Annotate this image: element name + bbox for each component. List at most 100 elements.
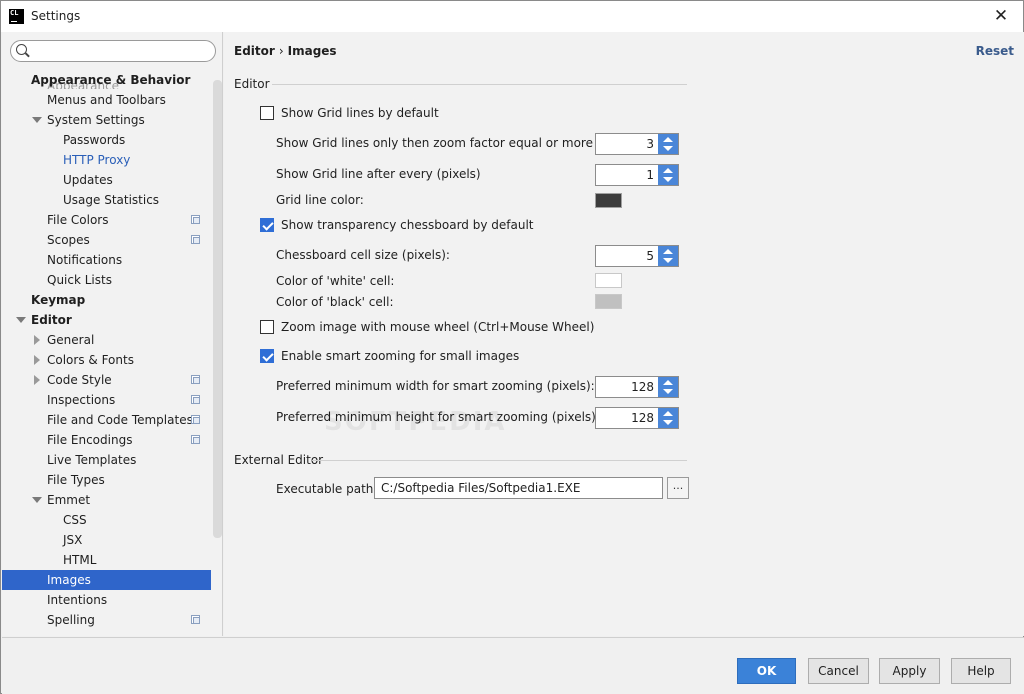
expand-arrow-icon[interactable] xyxy=(32,117,42,123)
grid-zoom-stepper[interactable] xyxy=(658,134,678,154)
black-cell-swatch[interactable] xyxy=(595,294,622,309)
sidebar-item-label: Images xyxy=(47,573,91,587)
smart-zoom-checkbox[interactable]: Enable smart zooming for small images xyxy=(260,347,519,365)
external-editor-section-title: External Editor xyxy=(234,453,324,467)
browse-button[interactable]: ... xyxy=(667,477,689,499)
executable-path-input[interactable]: C:/Softpedia Files/Softpedia1.EXE xyxy=(374,477,663,499)
project-scope-icon xyxy=(191,395,200,404)
grid-color-label: Grid line color: xyxy=(276,193,364,207)
search-input[interactable] xyxy=(10,40,216,62)
close-icon[interactable]: ✕ xyxy=(989,4,1013,28)
min-height-stepper[interactable] xyxy=(658,408,678,428)
sidebar-item-usage-statistics[interactable]: Usage Statistics xyxy=(2,190,211,210)
grid-every-label: Show Grid line after every (pixels) xyxy=(276,167,481,181)
title-bar: CL Settings ✕ xyxy=(1,1,1023,32)
watermark: SOFTPEDIA xyxy=(324,407,507,437)
sidebar-item-quick-lists[interactable]: Quick Lists xyxy=(2,270,211,290)
sidebar-item-html[interactable]: HTML xyxy=(2,550,211,570)
editor-section-divider xyxy=(272,84,687,85)
app-logo-icon: CL xyxy=(9,9,24,24)
zoom-wheel-label: Zoom image with mouse wheel (Ctrl+Mouse … xyxy=(281,320,595,334)
spinner-down-icon[interactable] xyxy=(663,146,673,151)
sidebar-item-label: Editor xyxy=(31,313,72,327)
smart-zoom-check-box[interactable] xyxy=(260,349,274,363)
show-chessboard-check-box[interactable] xyxy=(260,218,274,232)
chess-size-stepper[interactable] xyxy=(658,246,678,266)
grid-zoom-value[interactable]: 3 xyxy=(646,137,654,151)
min-height-spinner[interactable]: 128 xyxy=(595,407,679,429)
spinner-up-icon[interactable] xyxy=(663,137,673,142)
spinner-up-icon[interactable] xyxy=(663,411,673,416)
spinner-down-icon[interactable] xyxy=(663,177,673,182)
show-grid-checkbox[interactable]: Show Grid lines by default xyxy=(260,104,439,122)
show-grid-check-box[interactable] xyxy=(260,106,274,120)
spinner-down-icon[interactable] xyxy=(663,420,673,425)
sidebar-item-general[interactable]: General xyxy=(2,330,211,350)
spinner-down-icon[interactable] xyxy=(663,389,673,394)
sidebar-scrollbar[interactable] xyxy=(213,80,222,538)
sidebar-item-images[interactable]: Images xyxy=(2,570,211,590)
expand-arrow-icon[interactable] xyxy=(16,317,26,323)
expand-arrow-icon[interactable] xyxy=(32,497,42,503)
grid-every-stepper[interactable] xyxy=(658,165,678,185)
min-width-value[interactable]: 128 xyxy=(631,380,654,394)
min-width-stepper[interactable] xyxy=(658,377,678,397)
sidebar-item-passwords[interactable]: Passwords xyxy=(2,130,211,150)
sidebar-item-file-types[interactable]: File Types xyxy=(2,470,211,490)
sidebar-item-file-and-code-templates[interactable]: File and Code Templates xyxy=(2,410,211,430)
sidebar-item-jsx[interactable]: JSX xyxy=(2,530,211,550)
collapse-arrow-icon[interactable] xyxy=(34,355,40,365)
spinner-up-icon[interactable] xyxy=(663,168,673,173)
grid-zoom-spinner[interactable]: 3 xyxy=(595,133,679,155)
sidebar-item-appearance-behavior[interactable]: Appearance & Behavior xyxy=(2,70,211,90)
grid-every-spinner[interactable]: 1 xyxy=(595,164,679,186)
sidebar-item-label: CSS xyxy=(63,513,87,527)
sidebar-item-colors-fonts[interactable]: Colors & Fonts xyxy=(2,350,211,370)
chess-size-spinner[interactable]: 5 xyxy=(595,245,679,267)
spinner-up-icon[interactable] xyxy=(663,380,673,385)
min-width-spinner[interactable]: 128 xyxy=(595,376,679,398)
project-scope-icon xyxy=(191,235,200,244)
sidebar-item-live-templates[interactable]: Live Templates xyxy=(2,450,211,470)
cancel-button[interactable]: Cancel xyxy=(808,658,869,684)
dialog-footer: OK Cancel Apply Help xyxy=(2,637,1024,694)
collapse-arrow-icon[interactable] xyxy=(34,335,40,345)
sidebar-item-code-style[interactable]: Code Style xyxy=(2,370,211,390)
zoom-wheel-check-box[interactable] xyxy=(260,320,274,334)
sidebar-item-emmet[interactable]: Emmet xyxy=(2,490,211,510)
ok-button[interactable]: OK xyxy=(737,658,796,684)
sidebar-item-notifications[interactable]: Notifications xyxy=(2,250,211,270)
sidebar-item-updates[interactable]: Updates xyxy=(2,170,211,190)
sidebar-item-css[interactable]: CSS xyxy=(2,510,211,530)
spinner-down-icon[interactable] xyxy=(663,258,673,263)
min-height-value[interactable]: 128 xyxy=(631,411,654,425)
reset-link[interactable]: Reset xyxy=(976,44,1014,58)
sidebar-item-editor[interactable]: Editor xyxy=(2,310,211,330)
zoom-wheel-checkbox[interactable]: Zoom image with mouse wheel (Ctrl+Mouse … xyxy=(260,318,594,336)
grid-every-value[interactable]: 1 xyxy=(646,168,654,182)
sidebar-item-menus-and-toolbars[interactable]: Menus and Toolbars xyxy=(2,90,211,110)
show-chessboard-checkbox[interactable]: Show transparency chessboard by default xyxy=(260,216,534,234)
white-cell-swatch[interactable] xyxy=(595,273,622,288)
collapse-arrow-icon[interactable] xyxy=(34,375,40,385)
help-button[interactable]: Help xyxy=(951,658,1011,684)
breadcrumb-separator: › xyxy=(278,44,284,58)
apply-button[interactable]: Apply xyxy=(879,658,940,684)
sidebar-item-label: General xyxy=(47,333,95,347)
sidebar-item-label: System Settings xyxy=(47,113,145,127)
sidebar-item-spelling[interactable]: Spelling xyxy=(2,610,211,630)
sidebar-item-label: JSX xyxy=(63,533,83,547)
breadcrumb: Editor › Images xyxy=(234,44,337,58)
sidebar-item-file-colors[interactable]: File Colors xyxy=(2,210,211,230)
breadcrumb-parent[interactable]: Editor xyxy=(234,44,275,58)
sidebar-item-file-encodings[interactable]: File Encodings xyxy=(2,430,211,450)
sidebar-item-inspections[interactable]: Inspections xyxy=(2,390,211,410)
sidebar-item-intentions[interactable]: Intentions xyxy=(2,590,211,610)
sidebar-item-system-settings[interactable]: System Settings xyxy=(2,110,211,130)
sidebar-item-scopes[interactable]: Scopes xyxy=(2,230,211,250)
spinner-up-icon[interactable] xyxy=(663,249,673,254)
sidebar-item-keymap[interactable]: Keymap xyxy=(2,290,211,310)
sidebar-item-http-proxy[interactable]: HTTP Proxy xyxy=(2,150,211,170)
chess-size-value[interactable]: 5 xyxy=(646,249,654,263)
grid-color-swatch[interactable] xyxy=(595,193,622,208)
